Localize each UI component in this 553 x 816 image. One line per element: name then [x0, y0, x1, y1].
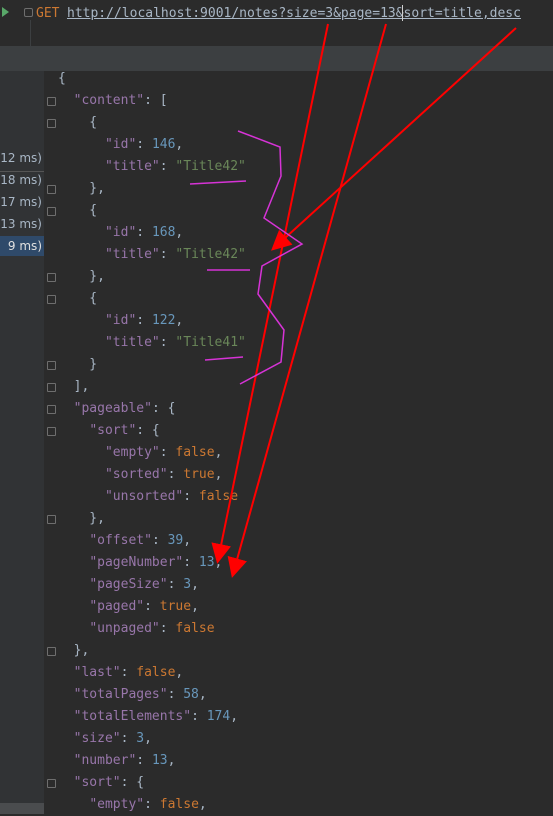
- annotation-overlay: [189, 23, 517, 578]
- annotation-arrow: [271, 27, 517, 251]
- annotation-scribble: [237, 130, 304, 385]
- annotation-underline: [189, 180, 247, 185]
- annotation-underline: [204, 356, 244, 361]
- annotation-arrow: [227, 23, 387, 578]
